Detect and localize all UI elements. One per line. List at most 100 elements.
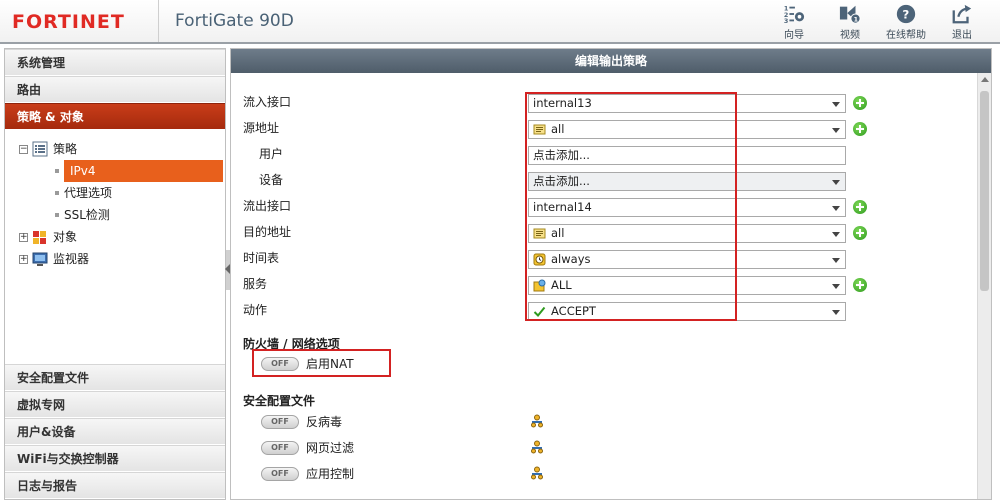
tree-label-policy: 策略: [53, 142, 78, 156]
tree-label-ipv4: IPv4: [64, 160, 223, 182]
logout-icon: [952, 4, 972, 24]
nav-wifi-switch[interactable]: WiFi与交换控制器: [5, 445, 225, 472]
add-incoming-button[interactable]: [853, 96, 867, 110]
schedule-label: 时间表: [243, 251, 280, 265]
web-filter-label: 网页过滤: [306, 441, 355, 455]
service-label: 服务: [243, 277, 268, 291]
action-value: ACCEPT: [551, 304, 596, 318]
tree-item-ipv4[interactable]: IPv4: [5, 160, 225, 182]
header-divider: [158, 0, 159, 42]
edit-policy-panel: 编辑输出策略 流入接口 internal13 源地址 all 用户 点击添加..…: [230, 48, 992, 500]
expand-icon[interactable]: +: [19, 254, 28, 264]
address-icon: [533, 124, 546, 135]
profile-group-icon[interactable]: [530, 440, 544, 454]
top-header: FORTINET FortiGate 90D 1 2 3 向导 1 视频 ? 在…: [0, 0, 1000, 44]
wizard-button[interactable]: 1 2 3 向导: [770, 3, 818, 41]
sidebar-bottom-nav: 安全配置文件 虚拟专网 用户&设备 WiFi与交换控制器 日志与报告: [5, 364, 225, 499]
header-toolbar: 1 2 3 向导 1 视频 ? 在线帮助 退出: [770, 3, 986, 41]
destination-address-label: 目的地址: [243, 225, 292, 239]
tree-item-objects[interactable]: + 对象: [5, 226, 225, 248]
collapse-icon[interactable]: −: [19, 144, 28, 154]
wizard-label: 向导: [784, 30, 804, 41]
nat-label: 启用NAT: [306, 357, 354, 371]
tree-item-ssl-inspection[interactable]: SSL检测: [5, 204, 225, 226]
nav-security-profiles[interactable]: 安全配置文件: [5, 364, 225, 391]
antivirus-label: 反病毒: [306, 415, 343, 429]
destination-address-value: all: [551, 226, 565, 240]
source-address-value: all: [551, 122, 565, 136]
monitor-icon: [32, 252, 48, 266]
add-source-button[interactable]: [853, 122, 867, 136]
security-profiles-heading: 安全配置文件: [243, 394, 316, 408]
antivirus-toggle[interactable]: OFF: [261, 415, 299, 429]
source-address-select[interactable]: all: [528, 120, 846, 139]
panel-scrollbar[interactable]: [977, 73, 991, 499]
expand-icon[interactable]: +: [19, 232, 28, 242]
scroll-thumb[interactable]: [980, 91, 989, 291]
add-service-button[interactable]: [853, 278, 867, 292]
help-icon: ?: [896, 4, 916, 24]
dropdown-caret-icon: [832, 258, 840, 263]
nat-toggle[interactable]: OFF: [261, 357, 299, 371]
nav-user-device[interactable]: 用户&设备: [5, 418, 225, 445]
user-select[interactable]: 点击添加...: [528, 146, 846, 165]
service-value: ALL: [551, 278, 572, 292]
wizard-icon: 1 2 3: [784, 4, 805, 25]
scroll-up-icon[interactable]: [981, 77, 989, 82]
outgoing-interface-select[interactable]: internal14: [528, 198, 846, 217]
sidebar: 系统管理 路由 策略 & 对象 − 策略 IPv4 代理选项 SSL检测 + 对…: [4, 48, 226, 500]
online-help-button[interactable]: ? 在线帮助: [882, 3, 930, 41]
dropdown-caret-icon: [832, 310, 840, 315]
logout-button[interactable]: 退出: [938, 3, 986, 41]
logout-label: 退出: [952, 30, 972, 41]
nav-vpn[interactable]: 虚拟专网: [5, 391, 225, 418]
source-address-label: 源地址: [243, 121, 280, 135]
tree-item-monitor[interactable]: + 监视器: [5, 248, 225, 270]
action-select[interactable]: ACCEPT: [528, 302, 846, 321]
tree-dot-icon: [55, 191, 59, 195]
tree-label-proxy: 代理选项: [64, 186, 113, 200]
add-destination-button[interactable]: [853, 226, 867, 240]
service-select[interactable]: ALL: [528, 276, 846, 295]
service-icon: [533, 279, 546, 292]
profile-group-icon[interactable]: [530, 414, 544, 428]
web-filter-toggle[interactable]: OFF: [261, 441, 299, 455]
panel-title: 编辑输出策略: [231, 49, 991, 73]
nav-log-report[interactable]: 日志与报告: [5, 472, 225, 499]
nav-system[interactable]: 系统管理: [5, 49, 225, 76]
tree-item-policy[interactable]: − 策略: [5, 138, 225, 160]
device-select[interactable]: 点击添加...: [528, 172, 846, 191]
tree-item-proxy-options[interactable]: 代理选项: [5, 182, 225, 204]
destination-address-select[interactable]: all: [528, 224, 846, 243]
tree-label-ssl: SSL检测: [64, 208, 110, 222]
add-outgoing-button[interactable]: [853, 200, 867, 214]
dropdown-caret-icon: [832, 128, 840, 133]
app-control-label: 应用控制: [306, 467, 355, 481]
incoming-interface-label: 流入接口: [243, 95, 292, 109]
nav-tree: − 策略 IPv4 代理选项 SSL检测 + 对象 + 监视器: [5, 130, 225, 352]
svg-text:?: ?: [902, 8, 909, 22]
profile-group-icon[interactable]: [530, 466, 544, 480]
nav-router[interactable]: 路由: [5, 76, 225, 103]
outgoing-interface-label: 流出接口: [243, 199, 292, 213]
product-name: FortiGate 90D: [175, 11, 294, 31]
nav-policy-objects[interactable]: 策略 & 对象: [5, 103, 225, 130]
video-label: 视频: [840, 30, 860, 41]
address-icon: [533, 228, 546, 239]
schedule-select[interactable]: always: [528, 250, 846, 269]
dropdown-caret-icon: [832, 284, 840, 289]
svg-text:3: 3: [784, 17, 788, 25]
policy-list-icon: [32, 141, 48, 157]
logo-text: FORTINET: [12, 11, 125, 33]
tree-dot-icon: [55, 169, 59, 173]
device-label: 设备: [259, 173, 284, 187]
svg-text:1: 1: [854, 15, 859, 23]
video-button[interactable]: 1 视频: [826, 3, 874, 41]
check-icon: [533, 306, 546, 317]
incoming-interface-select[interactable]: internal13: [528, 94, 846, 113]
user-label: 用户: [259, 147, 284, 161]
objects-icon: [33, 231, 46, 244]
app-control-toggle[interactable]: OFF: [261, 467, 299, 481]
video-icon: 1: [839, 5, 861, 24]
dropdown-caret-icon: [832, 206, 840, 211]
